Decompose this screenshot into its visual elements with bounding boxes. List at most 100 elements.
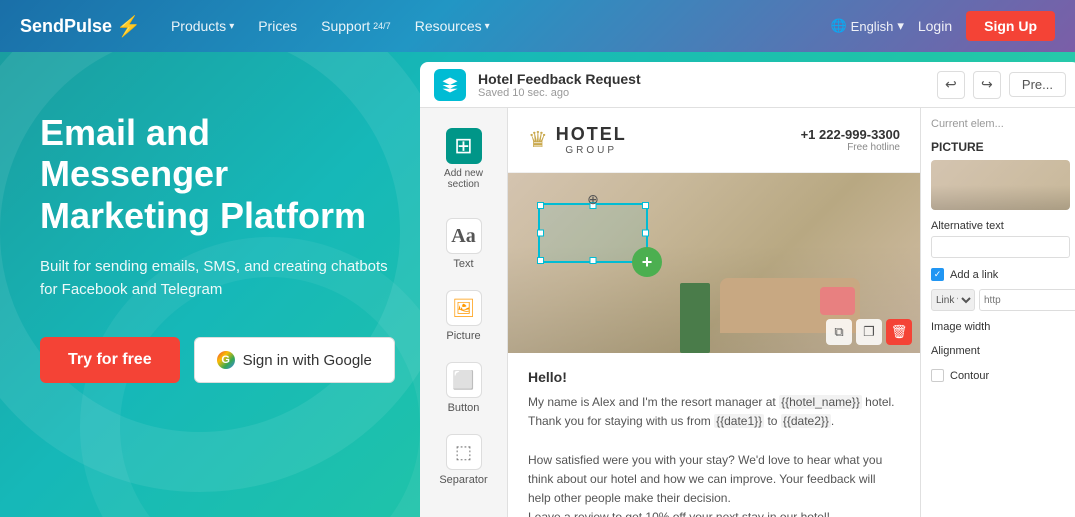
- picture-thumbnail: [931, 160, 1070, 210]
- logo-text: SendPulse: [20, 16, 112, 37]
- tool-separator-label: Separator: [439, 474, 487, 486]
- hero-section: Email and Messenger Marketing Platform B…: [0, 52, 1075, 517]
- current-element-label: Current elem...: [931, 118, 1070, 130]
- email-header: ♛ HOTEL GROUP +1 222-999-3300 Free hotli…: [508, 108, 920, 173]
- hotel-name: HOTEL: [556, 124, 627, 145]
- tool-add-section[interactable]: ⊞ Add newsection: [428, 118, 500, 200]
- room-plant-decoration: [680, 283, 710, 353]
- editor-tools: ⊞ Add newsection Aa Text 🖼 Picture ⬜ But…: [420, 108, 508, 517]
- google-signin-button[interactable]: G Sign in with Google: [194, 337, 395, 383]
- logo-icon: ⚡: [116, 14, 141, 39]
- add-section-label: Add newsection: [444, 168, 483, 190]
- editor-topbar: Hotel Feedback Request Saved 10 sec. ago…: [420, 62, 1075, 108]
- nav-right: 🌐 English ▾ Login Sign Up: [830, 11, 1055, 41]
- contour-label: Contour: [950, 370, 989, 382]
- hotel-hotline: Free hotline: [801, 142, 900, 153]
- image-selection-box[interactable]: ⊕ +: [538, 203, 648, 263]
- image-delete-button[interactable]: 🗑: [886, 319, 912, 345]
- text-tool-icon: Aa: [446, 218, 482, 254]
- chevron-down-icon: ▾: [897, 18, 904, 34]
- preview-button[interactable]: Pre...: [1009, 72, 1066, 97]
- image-duplicate-button[interactable]: ❐: [856, 319, 882, 345]
- selection-handles: [537, 202, 649, 264]
- editor-title-area: Hotel Feedback Request Saved 10 sec. ago: [478, 71, 925, 99]
- nav-prices[interactable]: Prices: [258, 18, 297, 34]
- chevron-down-icon: ▾: [229, 21, 234, 32]
- handle-bottom-left[interactable]: [537, 257, 544, 264]
- editor-saved-status: Saved 10 sec. ago: [478, 87, 925, 99]
- editor-preview: Hotel Feedback Request Saved 10 sec. ago…: [420, 52, 1075, 517]
- editor-right-panel: Current elem... PICTURE Alternative text…: [920, 108, 1075, 517]
- login-button[interactable]: Login: [918, 18, 952, 34]
- email-line1: My name is Alex and I'm the resort manag…: [528, 395, 895, 517]
- handle-middle-right[interactable]: [642, 230, 649, 237]
- hotel-logo: ♛ HOTEL GROUP: [528, 124, 627, 156]
- separator-tool-icon: ⬚: [446, 434, 482, 470]
- nav-support[interactable]: Support24/7: [321, 18, 391, 34]
- link-url-input[interactable]: [979, 289, 1075, 311]
- language-selector[interactable]: 🌐 English ▾: [830, 18, 903, 34]
- handle-bottom-center[interactable]: [590, 257, 597, 264]
- email-body-text: Hello! My name is Alex and I'm the resor…: [508, 353, 920, 517]
- contour-checkbox[interactable]: [931, 369, 944, 382]
- try-free-button[interactable]: Try for free: [40, 337, 180, 383]
- tool-text-label: Text: [453, 258, 473, 270]
- google-icon: G: [217, 351, 235, 369]
- tool-text[interactable]: Aa Text: [428, 210, 500, 278]
- alignment-label: Alignment: [931, 345, 1070, 357]
- email-greeting: Hello!: [528, 369, 900, 385]
- add-element-button[interactable]: +: [632, 247, 662, 277]
- move-icon: ⊕: [587, 191, 599, 208]
- hero-subtitle: Built for sending emails, SMS, and creat…: [40, 256, 390, 301]
- editor-topbar-actions: ↩ ↪ Pre...: [937, 71, 1066, 99]
- alt-text-input[interactable]: [931, 236, 1070, 258]
- tool-picture[interactable]: 🖼 Picture: [428, 282, 500, 350]
- hotel-contact: +1 222-999-3300 Free hotline: [801, 127, 900, 153]
- email-canvas: ♛ HOTEL GROUP +1 222-999-3300 Free hotli…: [508, 108, 920, 517]
- image-width-label: Image width: [931, 321, 1070, 333]
- nav-products[interactable]: Products ▾: [171, 18, 234, 34]
- hotel-name-block: HOTEL GROUP: [556, 124, 627, 156]
- email-body-content: My name is Alex and I'm the resort manag…: [528, 393, 900, 517]
- add-link-row: ✓ Add a link: [931, 268, 1070, 281]
- contour-row: Contour: [931, 369, 1070, 382]
- editor-doc-title: Hotel Feedback Request: [478, 71, 925, 87]
- hotel-group: GROUP: [556, 145, 627, 156]
- handle-middle-left[interactable]: [537, 230, 544, 237]
- add-link-checkbox[interactable]: ✓: [931, 268, 944, 281]
- picture-section-label: PICTURE: [931, 140, 1070, 154]
- logo[interactable]: SendPulse⚡: [20, 14, 141, 39]
- add-section-icon: ⊞: [446, 128, 482, 164]
- email-image-area: ⊕ + ⧉ ❐ 🗑: [508, 173, 920, 353]
- tool-button-label: Button: [448, 402, 480, 414]
- signup-button[interactable]: Sign Up: [966, 11, 1055, 41]
- room-pillow-decoration: [820, 287, 855, 315]
- crown-icon: ♛: [528, 127, 548, 153]
- nav-links: Products ▾ Prices Support24/7 Resources …: [171, 18, 831, 34]
- image-actions: ⧉ ❐ 🗑: [826, 319, 912, 345]
- image-copy-button[interactable]: ⧉: [826, 319, 852, 345]
- hotel-phone: +1 222-999-3300: [801, 127, 900, 142]
- add-link-label: Add a link: [950, 269, 998, 281]
- handle-top-left[interactable]: [537, 202, 544, 209]
- tool-picture-label: Picture: [446, 330, 480, 342]
- redo-button[interactable]: ↪: [973, 71, 1001, 99]
- tool-button[interactable]: ⬜ Button: [428, 354, 500, 422]
- navbar: SendPulse⚡ Products ▾ Prices Support24/7…: [0, 0, 1075, 52]
- hero-buttons: Try for free G Sign in with Google: [40, 337, 390, 383]
- nav-resources[interactable]: Resources ▾: [415, 18, 490, 34]
- editor-logo: [434, 69, 466, 101]
- button-tool-icon: ⬜: [446, 362, 482, 398]
- handle-top-right[interactable]: [642, 202, 649, 209]
- undo-button[interactable]: ↩: [937, 71, 965, 99]
- picture-tool-icon: 🖼: [446, 290, 482, 326]
- hero-title: Email and Messenger Marketing Platform: [40, 112, 390, 236]
- link-row: Link ▾: [931, 289, 1070, 311]
- chevron-down-icon: ▾: [485, 21, 490, 32]
- alt-text-label: Alternative text: [931, 220, 1070, 232]
- globe-icon: 🌐: [830, 18, 846, 34]
- hero-left: Email and Messenger Marketing Platform B…: [0, 52, 420, 517]
- tool-separator[interactable]: ⬚ Separator: [428, 426, 500, 494]
- link-type-select[interactable]: Link ▾: [931, 289, 975, 311]
- editor-body: ⊞ Add newsection Aa Text 🖼 Picture ⬜ But…: [420, 108, 1075, 517]
